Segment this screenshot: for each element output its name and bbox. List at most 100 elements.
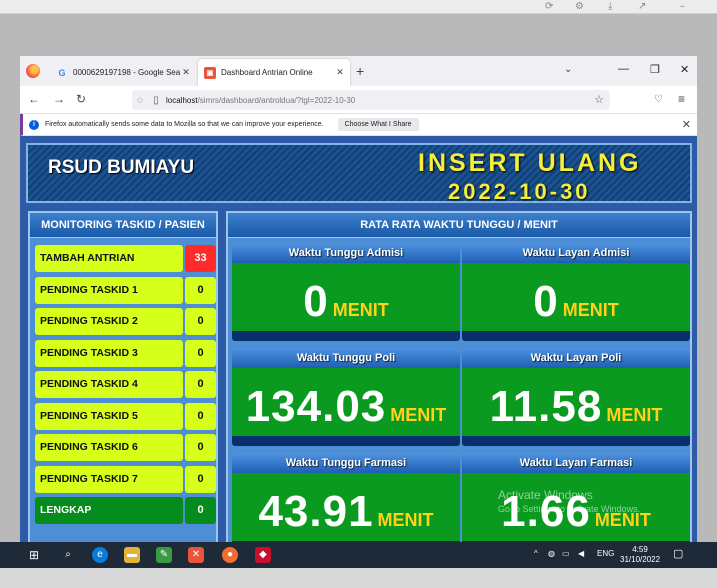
monitor-row-count: 0 [185, 308, 216, 335]
minimize-icon[interactable]: – [680, 1, 685, 12]
wait-card-body: 0 MENIT [232, 263, 460, 331]
monitor-row-count: 0 [185, 434, 216, 461]
url-host: localhost [166, 95, 198, 105]
monitor-row: PENDING TASKID 20 [35, 308, 216, 335]
wait-card-value: 0 [303, 277, 329, 326]
language-indicator[interactable]: ENG [597, 549, 614, 558]
download-icon[interactable]: ⤓ [608, 1, 612, 12]
monitor-row-count: 0 [185, 497, 216, 524]
new-tab-button[interactable]: + [356, 63, 364, 79]
wait-card-label: Waktu Layan Admisi [462, 243, 690, 263]
monitor-row: PENDING TASKID 50 [35, 402, 216, 430]
bookmark-star-icon[interactable]: ☆ [594, 93, 604, 106]
wait-card-body: 11.58 MENIT [462, 368, 690, 436]
monitoring-panel: MONITORING TASKID / PASIEN TAMBAH ANTRIA… [28, 211, 218, 542]
tab-label: 0000629197198 - Google Search [73, 68, 180, 77]
wait-time-card: Waktu Layan Poli 11.58 MENIT [462, 348, 690, 446]
monitoring-title: MONITORING TASKID / PASIEN [30, 213, 216, 238]
search-icon[interactable]: ⌕ [60, 547, 76, 563]
wait-card-label: Waktu Tunggu Farmasi [232, 453, 460, 473]
wait-card-unit: MENIT [377, 510, 434, 530]
display-icon[interactable]: ▭ [562, 549, 570, 558]
notepad-icon[interactable]: ✎ [156, 547, 172, 563]
monitor-row-count: 0 [185, 402, 216, 430]
wait-card-unit: MENIT [606, 405, 663, 425]
tab-google-search[interactable]: G 0000629197198 - Google Search ✕ [50, 59, 196, 86]
edge-icon[interactable]: e [92, 547, 108, 563]
back-icon[interactable]: ← [28, 92, 40, 106]
close-tab-icon[interactable]: ✕ [334, 67, 346, 78]
taskbar: ⊞ ⌕ e ▬ ✎ ✕ ● ◆ ^ ◍ ▭ ◀ ENG 4:59 31/10/2… [0, 542, 717, 568]
monitor-row: PENDING TASKID 70 [35, 465, 216, 493]
watermark-title: Activate Windows [498, 488, 593, 502]
monitor-row-count: 0 [185, 339, 216, 367]
wait-card-label: Waktu Tunggu Admisi [232, 243, 460, 263]
monitor-row-label: PENDING TASKID 4 [35, 371, 183, 398]
shield-icon[interactable]: ◌ [132, 95, 148, 106]
windows-start-icon[interactable]: ⊞ [26, 547, 42, 563]
wait-card-unit: MENIT [332, 300, 389, 320]
browser-window: G 0000629197198 - Google Search ✕ ▣ Dash… [20, 56, 697, 542]
wait-card-value: 43.91 [258, 487, 374, 536]
wait-card-value-group: 11.58 MENIT [462, 382, 690, 432]
close-tab-icon[interactable]: ✕ [180, 67, 192, 78]
bottom-strip [0, 568, 717, 588]
wait-card-footer [462, 331, 690, 341]
navigation-bar: ← → ↻ ◌ ▯ localhost/simrs/dashboard/antr… [20, 86, 697, 114]
monitor-row: LENGKAP 0 [35, 497, 216, 524]
wait-card-unit: MENIT [390, 405, 447, 425]
dashboard-page: RSUD BUMIAYU INSERT ULANG 2022-10-30 MON… [20, 136, 697, 542]
anydesk-icon[interactable]: ◆ [255, 547, 271, 563]
tray-chevron-icon[interactable]: ^ [534, 549, 538, 558]
wait-card-body: 0 MENIT [462, 263, 690, 331]
google-g-icon: G [58, 67, 66, 78]
settings-icon[interactable]: ⚙ [575, 1, 584, 12]
volume-icon[interactable]: ◀ [578, 549, 584, 558]
tab-bar: G 0000629197198 - Google Search ✕ ▣ Dash… [20, 56, 697, 86]
tab-dashboard[interactable]: ▣ Dashboard Antrian Online ✕ [198, 59, 350, 86]
notifications-icon[interactable]: ▢ [673, 547, 683, 560]
wait-card-value: 11.58 [489, 382, 603, 431]
wait-card-label: Waktu Layan Poli [462, 348, 690, 368]
url-path: /simrs/dashboard/antroldua/?tgl=2022-10-… [197, 95, 356, 105]
window-close-icon[interactable]: ✕ [680, 63, 689, 76]
monitor-row: PENDING TASKID 60 [35, 434, 216, 461]
close-notification-icon[interactable]: ✕ [682, 118, 691, 131]
dashboard-date: 2022-10-30 [448, 179, 591, 204]
wait-card-footer [232, 331, 460, 341]
info-icon: i [29, 119, 39, 130]
notification-bar: i Firefox automatically sends some data … [20, 114, 697, 136]
monitor-row-label: PENDING TASKID 7 [35, 465, 183, 493]
clock-time: 4:59 [632, 545, 648, 554]
page-icon: ▯ [153, 94, 159, 106]
expand-icon[interactable]: ↗ [638, 1, 646, 12]
choose-what-i-share-button[interactable]: Choose What I Share [337, 118, 419, 131]
taskbar-clock[interactable]: 4:59 31/10/2022 [620, 545, 660, 565]
monitor-row: PENDING TASKID 40 [35, 371, 216, 398]
monitor-row-count: 0 [185, 465, 216, 493]
address-bar[interactable]: ◌ ▯ localhost/simrs/dashboard/antroldua/… [132, 90, 610, 110]
network-icon[interactable]: ◍ [548, 549, 555, 558]
wait-time-card: Waktu Tunggu Admisi 0 MENIT [232, 243, 460, 341]
refresh-icon[interactable]: ⟳ [545, 1, 553, 12]
monitor-row-label: PENDING TASKID 3 [35, 339, 183, 367]
firefox-taskbar-icon[interactable]: ● [222, 547, 238, 563]
wait-card-value: 134.03 [245, 382, 387, 431]
wait-card-body: 134.03 MENIT [232, 368, 460, 436]
wait-card-value: 0 [533, 277, 559, 326]
window-minimize-icon[interactable]: — [618, 63, 629, 75]
monitor-row-label: PENDING TASKID 6 [35, 434, 183, 461]
forward-icon[interactable]: → [53, 92, 65, 106]
firefox-icon[interactable] [26, 64, 40, 78]
wait-card-footer [232, 436, 460, 446]
reload-icon[interactable]: ↻ [76, 92, 86, 106]
monitor-row: PENDING TASKID 10 [35, 276, 216, 304]
monitor-row-count: 0 [185, 276, 216, 304]
file-explorer-icon[interactable]: ▬ [124, 547, 140, 563]
activate-windows-watermark: Activate Windows Go to Settings to activ… [498, 488, 640, 515]
pocket-icon[interactable]: ♡ [654, 94, 663, 105]
menu-icon[interactable]: ≡ [678, 92, 685, 106]
window-restore-icon[interactable]: ❐ [650, 63, 660, 76]
list-tabs-icon[interactable]: ⌄ [564, 64, 572, 75]
xampp-icon[interactable]: ✕ [188, 547, 204, 563]
